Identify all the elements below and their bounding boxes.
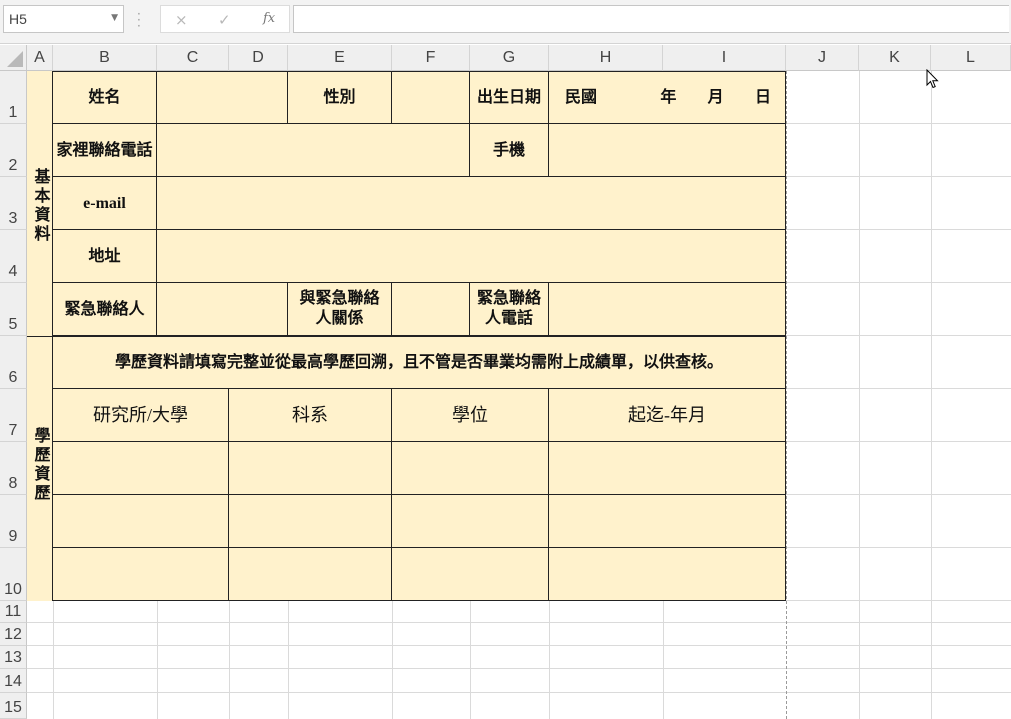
address-input[interactable]: [157, 230, 786, 283]
birth-input[interactable]: 民國 年 月 日: [549, 71, 786, 124]
section-basic-info[interactable]: 基本資料: [27, 71, 53, 336]
row-header-2[interactable]: 2: [0, 124, 27, 177]
formula-bar-area: H5 ▼ · · · × ✓ fx: [0, 0, 1011, 44]
column-header-c[interactable]: C: [157, 45, 229, 71]
email-label[interactable]: e-mail: [53, 177, 157, 230]
name-box-value: H5: [9, 11, 27, 27]
edu-period-cell[interactable]: [549, 548, 786, 601]
birth-year: 年: [660, 89, 677, 106]
relation-label[interactable]: 與緊急聯絡 人關係: [288, 283, 392, 336]
select-all-icon: [7, 51, 23, 67]
row-header-11[interactable]: 11: [0, 601, 27, 623]
edu-period-cell[interactable]: [549, 495, 786, 548]
column-header-i[interactable]: I: [663, 45, 786, 71]
edu-department-cell[interactable]: [229, 442, 392, 495]
email-input[interactable]: [157, 177, 786, 230]
column-header-e[interactable]: E: [288, 45, 392, 71]
edu-school-cell[interactable]: [53, 548, 229, 601]
row-header-5[interactable]: 5: [0, 283, 27, 336]
row-header-6[interactable]: 6: [0, 336, 27, 389]
edu-school-cell[interactable]: [53, 442, 229, 495]
row-header-3[interactable]: 3: [0, 177, 27, 230]
edu-school-cell[interactable]: [53, 495, 229, 548]
edu-department-cell[interactable]: [229, 548, 392, 601]
education-note[interactable]: 學歷資料請填寫完整並從最高學歷回溯，且不管是否畢業均需附上成績單，以供查核。: [53, 336, 786, 389]
cancel-icon[interactable]: ×: [175, 11, 188, 29]
formula-buttons: × ✓ fx: [160, 5, 290, 33]
edu-header-school[interactable]: 研究所/大學: [53, 389, 229, 442]
insert-function-icon[interactable]: fx: [263, 11, 275, 26]
edu-header-degree[interactable]: 學位: [392, 389, 549, 442]
row-header-8[interactable]: 8: [0, 442, 27, 495]
edu-header-department[interactable]: 科系: [229, 389, 392, 442]
column-header-g[interactable]: G: [470, 45, 549, 71]
edu-header-period[interactable]: 起迄-年月: [549, 389, 786, 442]
mouse-cursor-icon: [926, 69, 939, 89]
edu-department-cell[interactable]: [229, 495, 392, 548]
select-all-button[interactable]: [0, 45, 27, 71]
name-input[interactable]: [157, 71, 288, 124]
birth-month: 月: [707, 89, 724, 106]
column-header-b[interactable]: B: [53, 45, 157, 71]
section-basic-label: 基本資料: [31, 167, 49, 244]
column-header-h[interactable]: H: [549, 45, 663, 71]
gender-label[interactable]: 性別: [288, 71, 392, 124]
edu-degree-cell[interactable]: [392, 548, 549, 601]
row-header-13[interactable]: 13: [0, 646, 27, 669]
relation-label-line2: 人關係: [315, 310, 364, 327]
relation-label-line1: 與緊急聯絡: [299, 290, 380, 307]
column-header-d[interactable]: D: [229, 45, 288, 71]
section-education-label: 學歷資歷: [31, 427, 49, 503]
column-header-f[interactable]: F: [392, 45, 470, 71]
more-icon: · · ·: [137, 7, 141, 33]
section-education[interactable]: 學歷資歷: [27, 336, 53, 601]
emergency-phone-label[interactable]: 緊急聯絡 人電話: [470, 283, 549, 336]
home-phone-input[interactable]: [157, 124, 470, 177]
emergency-phone-input[interactable]: [549, 283, 786, 336]
row-header-15[interactable]: 15: [0, 693, 27, 719]
row-header-7[interactable]: 7: [0, 389, 27, 442]
emergency-phone-line1: 緊急聯絡: [476, 290, 541, 307]
row-header-14[interactable]: 14: [0, 669, 27, 693]
address-label[interactable]: 地址: [53, 230, 157, 283]
edu-degree-cell[interactable]: [392, 495, 549, 548]
worksheet-grid[interactable]: 基本資料 學歷資歷 姓名 性別 出生日期 民國 年 月 日 家裡聯絡電話 手機 …: [27, 71, 1011, 719]
column-header-a[interactable]: A: [27, 45, 53, 71]
column-header-k[interactable]: K: [859, 45, 931, 71]
emergency-contact-input[interactable]: [157, 283, 288, 336]
emergency-phone-line2: 人電話: [484, 310, 533, 327]
row-header-9[interactable]: 9: [0, 495, 27, 548]
row-header-12[interactable]: 12: [0, 623, 27, 646]
row-header-4[interactable]: 4: [0, 230, 27, 283]
column-header-j[interactable]: J: [786, 45, 859, 71]
column-header-l[interactable]: L: [931, 45, 1011, 71]
mobile-label[interactable]: 手機: [470, 124, 549, 177]
page-break-line: [786, 71, 787, 719]
mobile-input[interactable]: [549, 124, 786, 177]
name-label[interactable]: 姓名: [53, 71, 157, 124]
home-phone-label[interactable]: 家裡聯絡電話: [53, 124, 157, 177]
check-icon[interactable]: ✓: [218, 11, 231, 29]
chevron-down-icon[interactable]: ▼: [111, 13, 118, 23]
formula-input[interactable]: [293, 5, 1009, 33]
edu-degree-cell[interactable]: [392, 442, 549, 495]
row-header-10[interactable]: 10: [0, 548, 27, 601]
row-header-1[interactable]: 1: [0, 71, 27, 124]
edu-period-cell[interactable]: [549, 442, 786, 495]
relation-input[interactable]: [392, 283, 470, 336]
gender-input[interactable]: [392, 71, 470, 124]
birth-day: 日: [754, 89, 771, 106]
name-box[interactable]: H5 ▼: [3, 5, 124, 33]
birth-era: 民國: [565, 89, 598, 106]
birth-label[interactable]: 出生日期: [470, 71, 549, 124]
emergency-contact-label[interactable]: 緊急聯絡人: [53, 283, 157, 336]
